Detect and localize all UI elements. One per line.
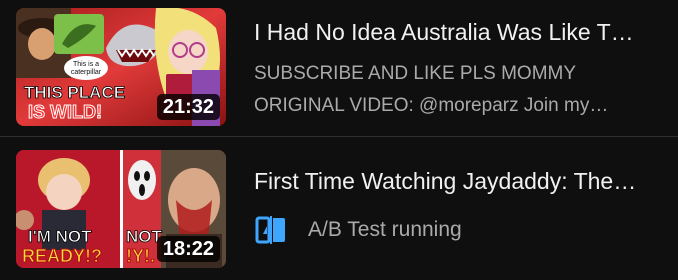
thumbnail-text-line2: READY!?	[22, 246, 102, 266]
thumbnail-caption-line2: caterpillar	[71, 69, 102, 76]
video-info: First Time Watching Jaydaddy: The… A/B T…	[254, 165, 654, 248]
video-row[interactable]: This is a caterpillar THIS PLACE IS WILD…	[0, 0, 678, 136]
video-row[interactable]: I'M NOT READY!? NOT !Y!. 18:22 First Tim…	[0, 137, 678, 280]
video-duration: 21:32	[156, 94, 220, 120]
video-info: I Had No Idea Australia Was Like T… SUBS…	[254, 16, 654, 122]
thumbnail-caption-line1: This is a	[73, 61, 99, 68]
video-thumbnail[interactable]: This is a caterpillar THIS PLACE IS WILD…	[16, 8, 226, 126]
ab-test-label: A/B Test running	[308, 218, 462, 241]
thumbnail-text-line1: I'M NOT	[28, 227, 92, 246]
video-title[interactable]: I Had No Idea Australia Was Like T…	[254, 16, 654, 48]
ab-test-status: A/B Test running	[254, 212, 654, 248]
thumbnail-text-line1: THIS PLACE	[24, 83, 125, 102]
video-description-line: SUBSCRIBE AND LIKE PLS MOMMY	[254, 63, 577, 84]
thumbnail-text-line2: IS WILD!	[28, 102, 102, 122]
video-description-line: ORIGINAL VIDEO: @moreparz Join my…	[254, 95, 609, 116]
thumbnail-text-line2b: !Y!.	[126, 246, 155, 266]
video-duration: 18:22	[156, 236, 220, 262]
video-thumbnail[interactable]: I'M NOT READY!? NOT !Y!. 18:22	[16, 150, 226, 268]
video-list: This is a caterpillar THIS PLACE IS WILD…	[0, 0, 678, 280]
ab-test-icon	[254, 213, 288, 247]
video-title[interactable]: First Time Watching Jaydaddy: The…	[254, 165, 654, 197]
